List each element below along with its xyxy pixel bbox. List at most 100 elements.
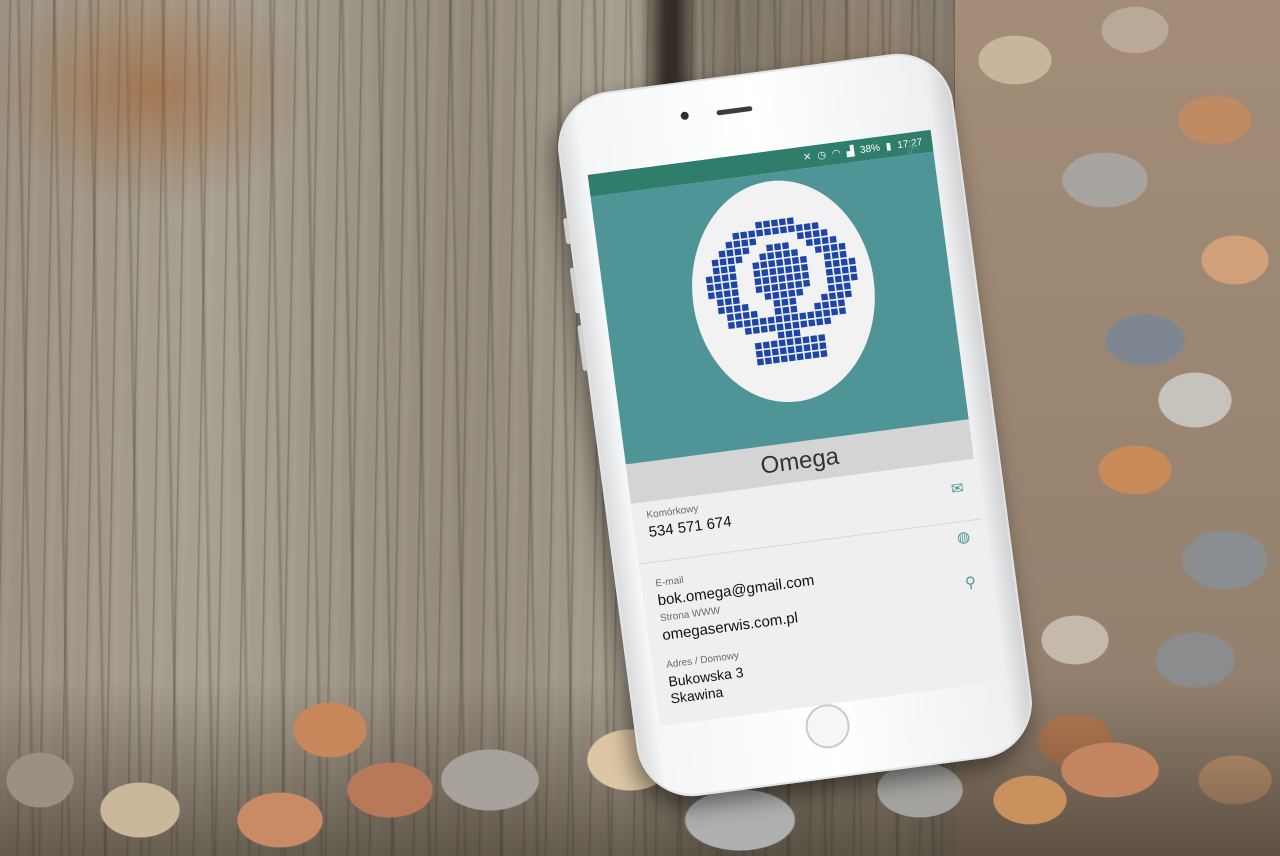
logo-pixel [795, 345, 803, 353]
logo-pixel [721, 274, 729, 282]
logo-pixel [786, 217, 794, 225]
logo-pixel [785, 265, 793, 274]
logo-pixel [795, 224, 803, 232]
logo-pixel [763, 228, 772, 236]
logo-pixel [838, 242, 846, 250]
logo-pixel [827, 284, 836, 292]
logo-pixel [725, 241, 733, 249]
logo-pixel [815, 310, 823, 318]
alarm-icon: ◷ [816, 149, 827, 162]
logo-pixel [767, 316, 775, 324]
logo-pixel [762, 341, 770, 349]
logo-pixel [773, 299, 781, 307]
logo-pixel [777, 331, 785, 339]
logo-pixel [830, 308, 839, 316]
logo-pixel [792, 264, 801, 273]
logo-pixel [825, 268, 833, 276]
logo-pixel [727, 321, 736, 330]
message-icon[interactable]: ✉ [950, 479, 965, 498]
map-pin-icon[interactable]: ⚲ [964, 573, 977, 592]
logo-pixel [778, 218, 786, 226]
logo-pixel [840, 258, 848, 266]
logo-pixel [826, 276, 834, 284]
logo-pixel [787, 225, 795, 233]
logo-pixel [792, 321, 800, 329]
logo-pixel [796, 353, 804, 361]
logo-pixel [848, 257, 856, 265]
logo-pixel [777, 266, 785, 275]
logo-pixel [787, 281, 795, 289]
logo-pixel [821, 236, 829, 245]
logo-pixel [766, 244, 774, 252]
logo-pixel [801, 271, 810, 279]
logo-pixel [818, 334, 826, 342]
logo-pixel [734, 248, 742, 256]
wifi-icon: ◠ [831, 147, 842, 160]
logo-pixel [728, 265, 736, 273]
logo-pixel [803, 279, 811, 287]
logo-pixel [734, 312, 742, 321]
logo-pixel [711, 259, 719, 267]
logo-pixel [732, 297, 740, 305]
phone-screen: ✕ ◷ ◠ ▟ 38% ▮ 17:27 Omega ✆ Komórkowy 53… [587, 129, 1004, 727]
logo-pixel [804, 352, 812, 360]
globe-icon[interactable]: ◍ [956, 527, 971, 547]
logo-pixel [786, 273, 794, 282]
logo-pixel [788, 289, 796, 297]
logo-pixel [842, 274, 850, 282]
logo-pixel [807, 311, 815, 319]
logo-pixel [812, 351, 820, 359]
logo-pixel [789, 297, 797, 305]
logo-pixel [718, 250, 726, 258]
logo-pixel [743, 319, 751, 327]
logo-pixel [715, 291, 723, 299]
logo-pixel [713, 275, 721, 283]
logo-pixel [722, 282, 730, 290]
logo-pixel [844, 290, 852, 298]
logo-pixel [788, 354, 796, 362]
battery-icon: ▮ [885, 140, 893, 153]
logo-pixel [712, 267, 720, 275]
logo-pixel [717, 307, 726, 315]
logo-pixel [719, 258, 727, 266]
logo-pixel [820, 293, 829, 301]
logo-pixel [796, 232, 804, 240]
logo-pixel [839, 250, 847, 258]
logo-pixel [820, 228, 828, 237]
logo-pixel [740, 231, 748, 239]
logo-pixel [822, 301, 830, 309]
logo-pixel [784, 322, 792, 330]
phone-icon[interactable]: ✆ [906, 142, 921, 161]
logo-pixel [751, 318, 759, 326]
logo-pixel [776, 259, 784, 267]
logo-pixel [726, 249, 734, 257]
logo-pixel [820, 350, 828, 358]
logo-pixel [782, 306, 790, 314]
logo-pixel [768, 260, 776, 268]
logo-pixel [754, 221, 763, 229]
logo-pixel [759, 253, 767, 261]
logo-pixel [814, 302, 822, 310]
logo-pixel [850, 273, 858, 281]
logo-pixel [760, 261, 768, 269]
logo-pixel [754, 342, 762, 350]
logo-pixel [776, 323, 784, 331]
front-camera [680, 111, 690, 121]
logo-pixel [830, 243, 838, 251]
logo-pixel [787, 346, 795, 354]
logo-pixel [811, 343, 819, 351]
logo-pixel [759, 317, 767, 325]
logo-pixel [796, 288, 804, 296]
contact-avatar [678, 169, 889, 414]
logo-pixel [767, 252, 775, 260]
logo-pixel [754, 278, 762, 286]
logo-pixel [774, 307, 782, 315]
logo-pixel [730, 281, 738, 289]
logo-pixel [778, 339, 786, 347]
logo-pixel [785, 330, 793, 338]
home-button[interactable] [802, 701, 853, 752]
contact-name-text: Omega [758, 442, 841, 480]
mute-icon: ✕ [802, 151, 813, 164]
logo-pixel [838, 307, 847, 315]
logo-pixel [833, 267, 841, 275]
